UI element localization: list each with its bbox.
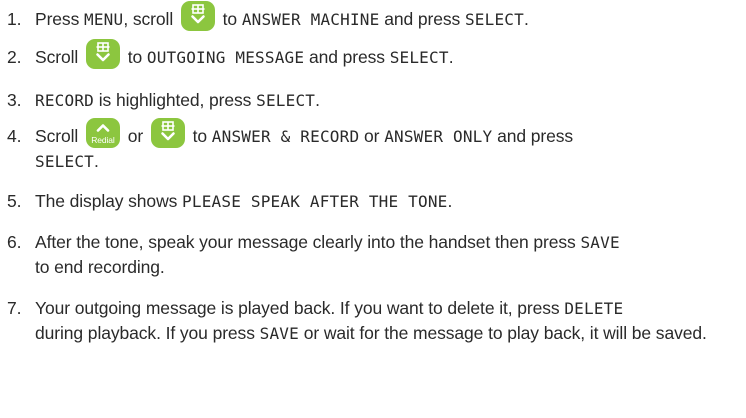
list-item: 4. Scroll Redial or to ANSWER & RECORD o… [7,118,740,174]
step-number: 3. [7,90,22,110]
step-text: . [448,47,454,67]
list-item: 1. Press MENU, scroll to ANSWER MACHINE … [7,1,740,32]
list-item: 2. Scroll to OUTGOING MESSAGE and press … [7,39,740,70]
step-text: during playback. If you press [35,323,260,343]
step-text: Press [35,9,84,29]
display-text: SAVE [259,324,299,343]
display-text: SELECT [464,10,524,29]
display-text: DELETE [564,299,624,318]
step-number: 2. [7,47,22,67]
display-text: SELECT [256,91,316,110]
step-text: and press [384,9,461,29]
display-text: RECORD [35,91,94,110]
step-text: Your outgoing message is played back. If… [35,298,565,318]
step-text: . [523,9,529,29]
display-text: SELECT [35,152,94,172]
instruction-list: 1. Press MENU, scroll to ANSWER MACHINE … [0,0,746,418]
step-text: to [192,126,208,146]
redial-key-label: Redial [91,135,115,146]
list-item: 6. After the tone, speak your message cl… [7,230,740,279]
display-text: SAVE [580,233,620,252]
step-text: Scroll [35,47,79,67]
display-text: OUTGOING MESSAGE [146,48,305,67]
list-item: 3. RECORD is highlighted, press SELECT. [7,88,740,113]
step-text: and press [497,126,574,146]
display-text: ANSWER & RECORD [211,127,360,146]
step-text: . [315,90,320,110]
list-item: 5. The display shows PLEASE SPEAK AFTER … [7,189,740,214]
step-number: 5. [7,191,22,211]
step-text: is highlighted, press [94,90,257,110]
step-number: 7. [7,298,22,318]
step-text: to [127,47,143,67]
step-number: 1. [7,9,22,29]
step-text: The display shows [35,191,183,211]
step-text: . [94,151,99,172]
step-text: . [447,191,453,211]
step-text: or [364,126,380,146]
step-text: and press [308,47,385,67]
step-text: , scroll [123,9,174,29]
display-text: PLEASE SPEAK AFTER THE TONE [182,192,448,211]
phonebook-scroll-down-icon [85,39,120,70]
step-number: 6. [7,232,22,252]
step-text: to [222,9,238,29]
display-text: ANSWER MACHINE [241,10,380,29]
step-text: Scroll [35,126,79,146]
phonebook-scroll-down-icon [150,118,185,149]
redial-scroll-up-icon: Redial [85,118,120,149]
step-number: 4. [7,126,22,146]
display-text: ANSWER ONLY [384,127,493,146]
step-text: or wait for the message to play back, it… [298,323,707,343]
list-item: 7. Your outgoing message is played back.… [7,296,740,346]
step-text: to end recording. [35,257,165,277]
step-text: or [127,126,144,146]
step-text: After the tone, speak your message clear… [35,232,581,252]
phonebook-scroll-down-icon [180,1,215,32]
display-text: SELECT [389,48,449,67]
display-text: MENU [84,10,124,29]
